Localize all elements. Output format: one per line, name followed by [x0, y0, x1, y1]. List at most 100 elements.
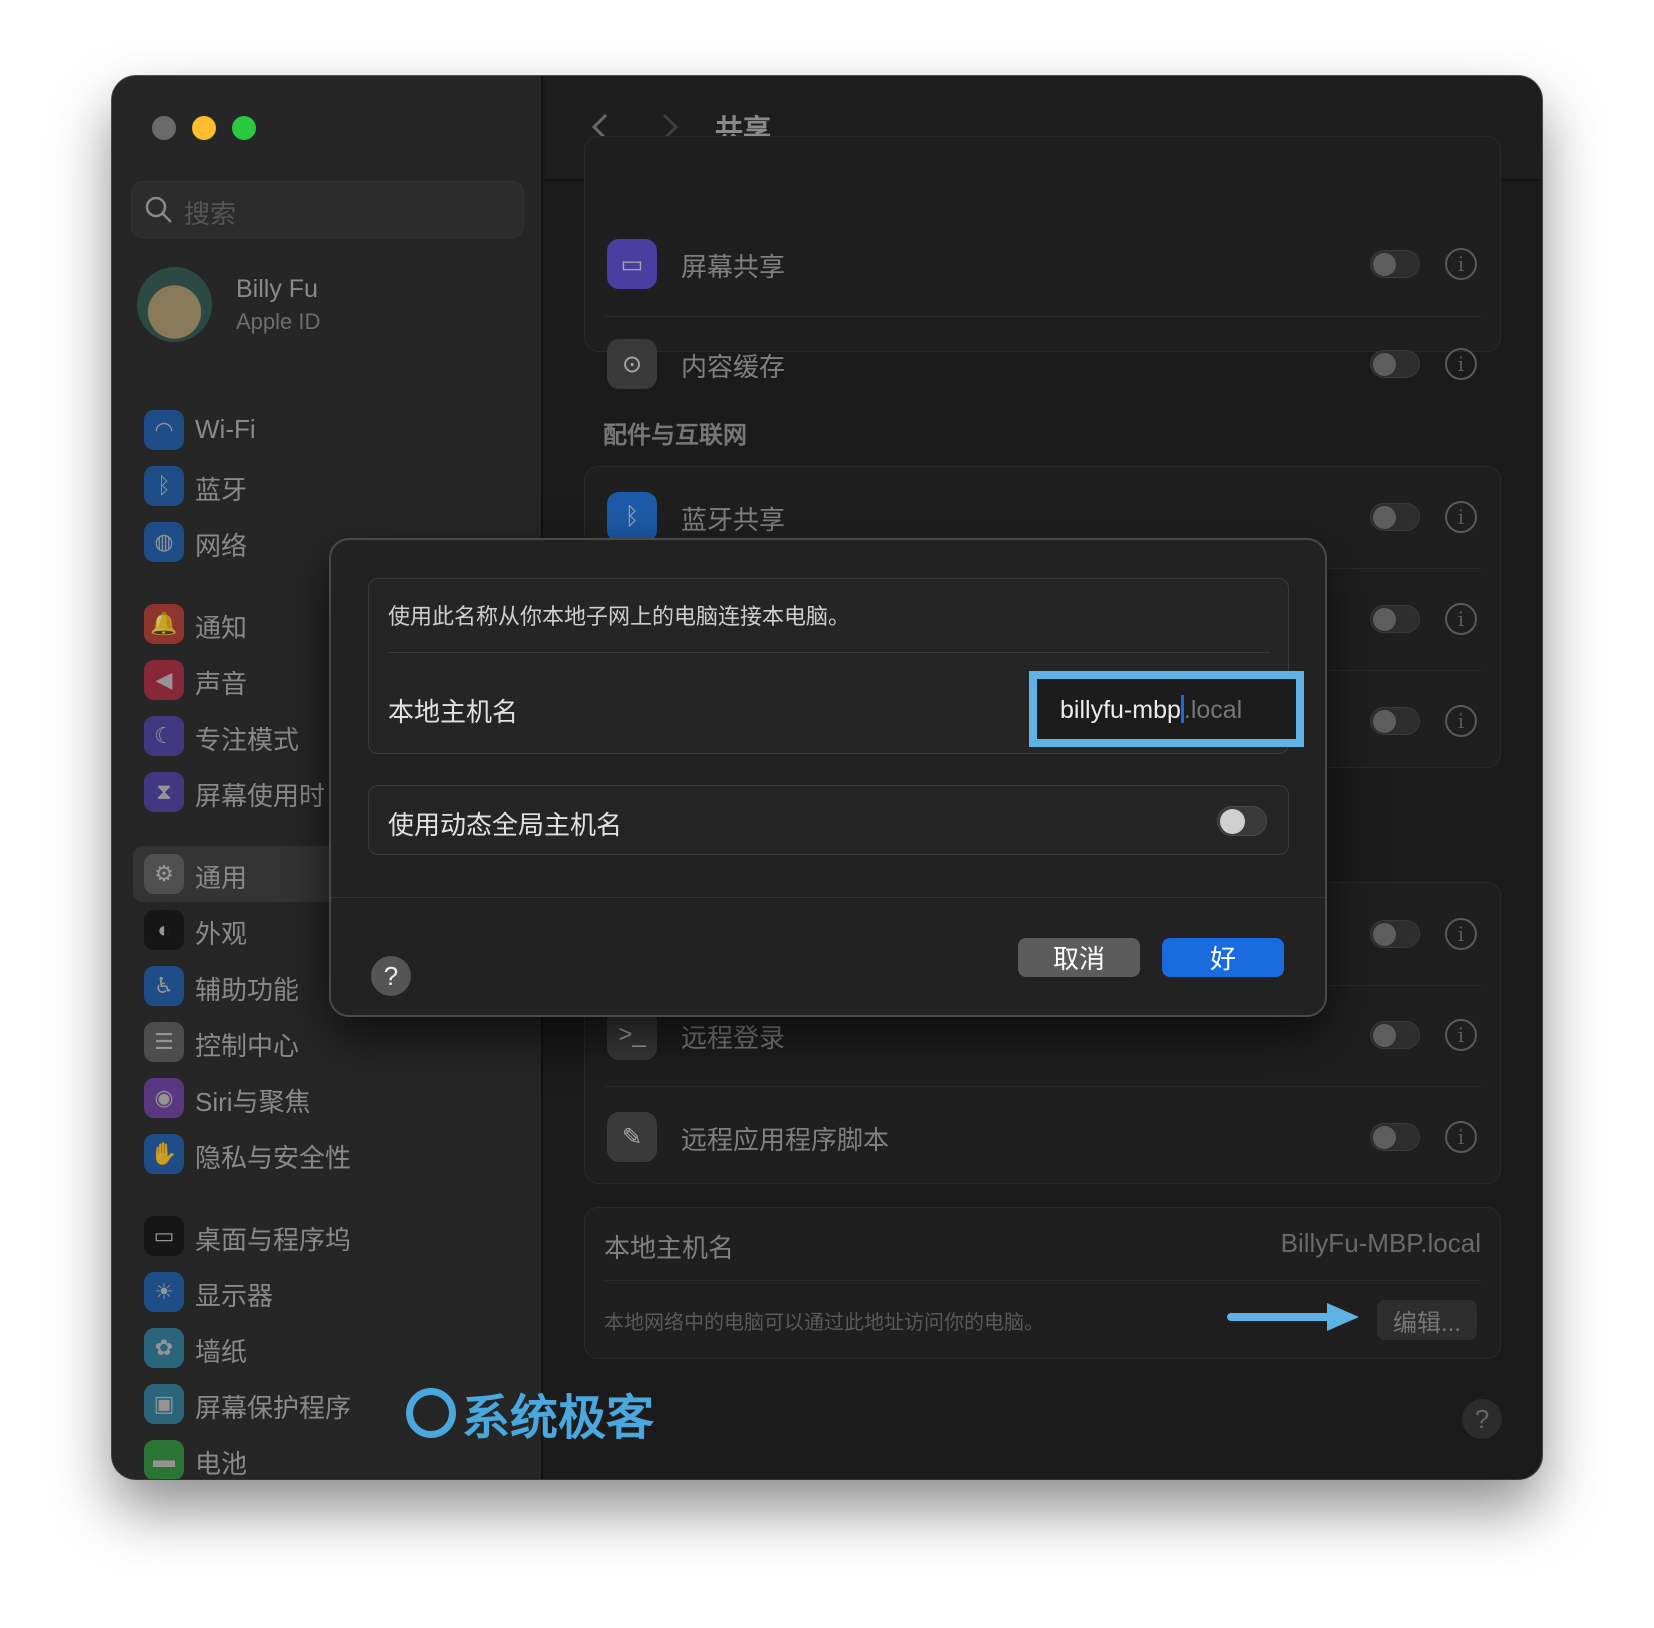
- gear-icon: ⚙: [144, 854, 184, 894]
- dialog-help-button[interactable]: ?: [371, 956, 411, 996]
- service-toggle[interactable]: [1370, 605, 1420, 633]
- local-hostname-card: 本地主机名 BillyFu-MBP.local 本地网络中的电脑可以通过此地址访…: [584, 1207, 1501, 1359]
- divider: [604, 1280, 1481, 1281]
- content-cache-icon: ⊙: [607, 339, 657, 389]
- accessibility-icon: ♿: [144, 966, 184, 1006]
- search-input[interactable]: 搜索: [131, 181, 524, 238]
- sidebar-item-label: 电池: [195, 1449, 248, 1479]
- watermark: 系统极客: [406, 1378, 654, 1448]
- minimize-button[interactable]: [192, 116, 216, 140]
- speaker-icon: ◀: [144, 660, 184, 700]
- sidebar-item-label: 声音: [195, 669, 248, 699]
- service-toggle[interactable]: [1370, 1123, 1420, 1151]
- service-toggle[interactable]: [1370, 707, 1420, 735]
- toolbar: 共享: [545, 76, 1542, 181]
- hand-icon: ✋: [144, 1134, 184, 1174]
- apple-id-account[interactable]: Billy Fu Apple ID: [137, 267, 517, 347]
- info-icon[interactable]: i: [1445, 248, 1477, 280]
- system-settings-window: 搜索 Billy Fu Apple ID ◠ Wi-Fi ᛒ 蓝牙 ◍ 网络 🔔 通知 ◀ 声音 ☾…: [112, 76, 1542, 1479]
- appearance-icon: ◐: [144, 910, 184, 950]
- sidebar-item-label: 网络: [195, 531, 248, 561]
- info-icon[interactable]: i: [1445, 603, 1477, 635]
- sidebar-item[interactable]: ✿ 墙纸: [133, 1320, 513, 1376]
- sidebar-item-label: 隐私与安全性: [195, 1143, 352, 1173]
- forward-icon[interactable]: [660, 112, 680, 142]
- service-toggle[interactable]: [1370, 1021, 1420, 1049]
- dynamic-hostname-label: 使用动态全局主机名: [388, 810, 623, 840]
- toggles-icon: ☰: [144, 1022, 184, 1062]
- sidebar-item[interactable]: ☰ 控制中心: [133, 1014, 513, 1070]
- zoom-button[interactable]: [232, 116, 256, 140]
- service-toggle[interactable]: [1370, 250, 1420, 278]
- watermark-text: 系统极客: [462, 1392, 655, 1445]
- terminal-icon: >_: [607, 1010, 657, 1060]
- service-row: ▭ 屏幕共享 i: [585, 214, 1500, 314]
- info-icon[interactable]: i: [1445, 918, 1477, 950]
- sun-icon: ☀: [144, 1272, 184, 1312]
- siri-icon: ◉: [144, 1078, 184, 1118]
- wifi-icon: ◠: [144, 410, 184, 450]
- sidebar-item-label: Wi-Fi: [195, 414, 256, 444]
- sidebar-item[interactable]: ᛒ 蓝牙: [133, 458, 513, 514]
- sidebar-item[interactable]: ☀ 显示器: [133, 1264, 513, 1320]
- screensaver-icon: ▣: [144, 1384, 184, 1424]
- avatar: [137, 267, 212, 342]
- sidebar-item[interactable]: ▭ 桌面与程序坞: [133, 1208, 513, 1264]
- sidebar-item-label: 外观: [195, 919, 248, 949]
- sidebar-item-label: 专注模式: [195, 725, 300, 755]
- sidebar-item[interactable]: ◉ Siri与聚焦: [133, 1070, 513, 1126]
- info-icon[interactable]: i: [1445, 1121, 1477, 1153]
- ok-button[interactable]: 好: [1162, 938, 1284, 977]
- dialog-description: 使用此名称从你本地子网上的电脑连接本电脑。: [388, 604, 851, 629]
- service-toggle[interactable]: [1370, 350, 1420, 378]
- search-placeholder: 搜索: [184, 199, 237, 229]
- dynamic-hostname-toggle[interactable]: [1217, 806, 1267, 836]
- hostname-edit-dialog: 使用此名称从你本地子网上的电脑连接本电脑。 本地主机名 billyfu-mbp.…: [329, 538, 1327, 1017]
- back-icon[interactable]: [590, 112, 610, 142]
- service-toggle[interactable]: [1370, 920, 1420, 948]
- service-toggle[interactable]: [1370, 503, 1420, 531]
- sidebar-item-label: 蓝牙: [195, 475, 248, 505]
- info-icon[interactable]: i: [1445, 348, 1477, 380]
- sidebar-item-label: 控制中心: [195, 1031, 300, 1061]
- divider: [331, 897, 1325, 898]
- bluetooth-icon: ᛒ: [144, 466, 184, 506]
- sidebar-item-label: 通知: [195, 613, 248, 643]
- section-header: 配件与互联网: [603, 422, 747, 449]
- edit-hostname-button[interactable]: 编辑...: [1377, 1300, 1477, 1340]
- annotation-arrow-icon: [1227, 1303, 1359, 1331]
- help-button[interactable]: ?: [1462, 1399, 1502, 1439]
- dynamic-hostname-row: 使用动态全局主机名: [368, 785, 1289, 855]
- divider: [388, 652, 1270, 653]
- sidebar-item-label: 墙纸: [195, 1337, 248, 1367]
- hostname-input[interactable]: billyfu-mbp .local: [1029, 671, 1304, 747]
- sidebar-item[interactable]: ✋ 隐私与安全性: [133, 1126, 513, 1182]
- service-row: ⊙ 内容缓存 i: [585, 314, 1500, 414]
- hostname-suffix: .local: [1183, 696, 1243, 724]
- service-label: 远程应用程序脚本: [681, 1125, 890, 1155]
- sidebar-item-label: 屏幕使用时: [195, 781, 326, 811]
- info-icon[interactable]: i: [1445, 1019, 1477, 1051]
- moon-icon: ☾: [144, 716, 184, 756]
- globe-icon: ◍: [144, 522, 184, 562]
- sidebar-item-label: 桌面与程序坞: [195, 1225, 352, 1255]
- info-icon[interactable]: i: [1445, 705, 1477, 737]
- sidebar-item[interactable]: ◠ Wi-Fi: [133, 402, 513, 458]
- sidebar-item-label: 通用: [195, 863, 248, 893]
- hostname-label: 本地主机名: [388, 697, 519, 727]
- page-title: 共享: [715, 114, 772, 145]
- hostname-description: 本地网络中的电脑可以通过此地址访问你的电脑。: [604, 1312, 1044, 1334]
- hostname-input-value: billyfu-mbp: [1060, 696, 1181, 724]
- battery-icon: ▬: [144, 1440, 184, 1479]
- sidebar-item-label: 辅助功能: [195, 975, 300, 1005]
- screen-sharing-icon: ▭: [607, 239, 657, 289]
- sidebar-item-label: 显示器: [195, 1281, 274, 1311]
- dock-icon: ▭: [144, 1216, 184, 1256]
- cancel-button[interactable]: 取消: [1018, 938, 1140, 977]
- service-label: 内容缓存: [681, 352, 786, 382]
- sidebar-item-label: Siri与聚焦: [195, 1087, 311, 1117]
- hostname-label: 本地主机名: [604, 1233, 735, 1263]
- bluetooth-icon: ᛒ: [607, 492, 657, 542]
- close-button[interactable]: [152, 116, 176, 140]
- info-icon[interactable]: i: [1445, 501, 1477, 533]
